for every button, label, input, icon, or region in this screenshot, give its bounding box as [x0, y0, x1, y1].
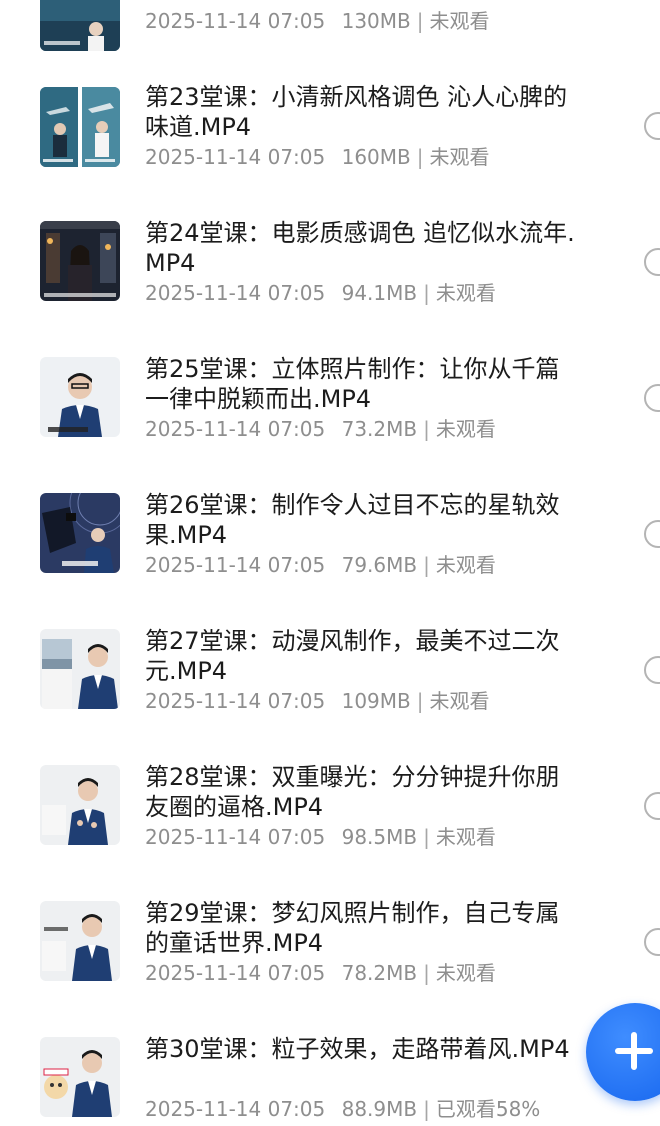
file-meta: 2025-11-14 07:05 88.9MB | 已观看58%: [145, 1097, 541, 1121]
list-item[interactable]: 第27堂课：动漫风制作，最美不过二次元.MP4 2025-11-14 07:05…: [0, 544, 660, 713]
file-date: 2025-11-14 07:05: [145, 1097, 326, 1121]
lecturer-video-thumbnail: [40, 1037, 120, 1117]
file-title: 第28堂课：双重曝光：分分钟提升你朋友圈的逼格.MP4: [145, 763, 560, 821]
file-title: 第26堂课：制作令人过目不忘的星轨效果.MP4: [145, 491, 560, 549]
file-title: 第24堂课：电影质感调色 追忆似水流年.MP4: [145, 219, 575, 277]
list-item[interactable]: 第23堂课：小清新风格调色 沁人心脾的味道.MP4 2025-11-14 07:…: [0, 0, 660, 169]
list-item[interactable]: 第25堂课：立体照片制作：让你从千篇一律中脱颖而出.MP4 2025-11-14…: [0, 272, 660, 441]
list-item[interactable]: 第29堂课：梦幻风照片制作，自己专属的童话世界.MP4 2025-11-14 0…: [0, 816, 660, 985]
file-title: 第23堂课：小清新风格调色 沁人心脾的味道.MP4: [145, 83, 568, 141]
file-title: 第30堂课：粒子效果，走路带着风.MP4: [145, 1035, 570, 1063]
file-title: 第27堂课：动漫风制作，最美不过二次元.MP4: [145, 627, 560, 685]
file-size: 88.9MB: [341, 1097, 418, 1121]
list-item[interactable]: 第28堂课：双重曝光：分分钟提升你朋友圈的逼格.MP4 2025-11-14 0…: [0, 680, 660, 849]
watch-status: 已观看58%: [435, 1097, 541, 1121]
file-title: 第25堂课：立体照片制作：让你从千篇一律中脱颖而出.MP4: [145, 355, 560, 413]
list-item[interactable]: 第30堂课：粒子效果，走路带着风.MP4 2025-11-14 07:05 88…: [0, 952, 660, 1121]
list-item[interactable]: 第24堂课：电影质感调色 追忆似水流年.MP4 2025-11-14 07:05…: [0, 136, 660, 305]
list-item[interactable]: 第26堂课：制作令人过目不忘的星轨效果.MP4 2025-11-14 07:05…: [0, 408, 660, 577]
file-title: 第29堂课：梦幻风照片制作，自己专属的童话世界.MP4: [145, 899, 560, 957]
video-file-list: 2025-11-14 07:05 130MB | 未观看 第23堂课：小清新风格调色…: [0, 0, 660, 1126]
